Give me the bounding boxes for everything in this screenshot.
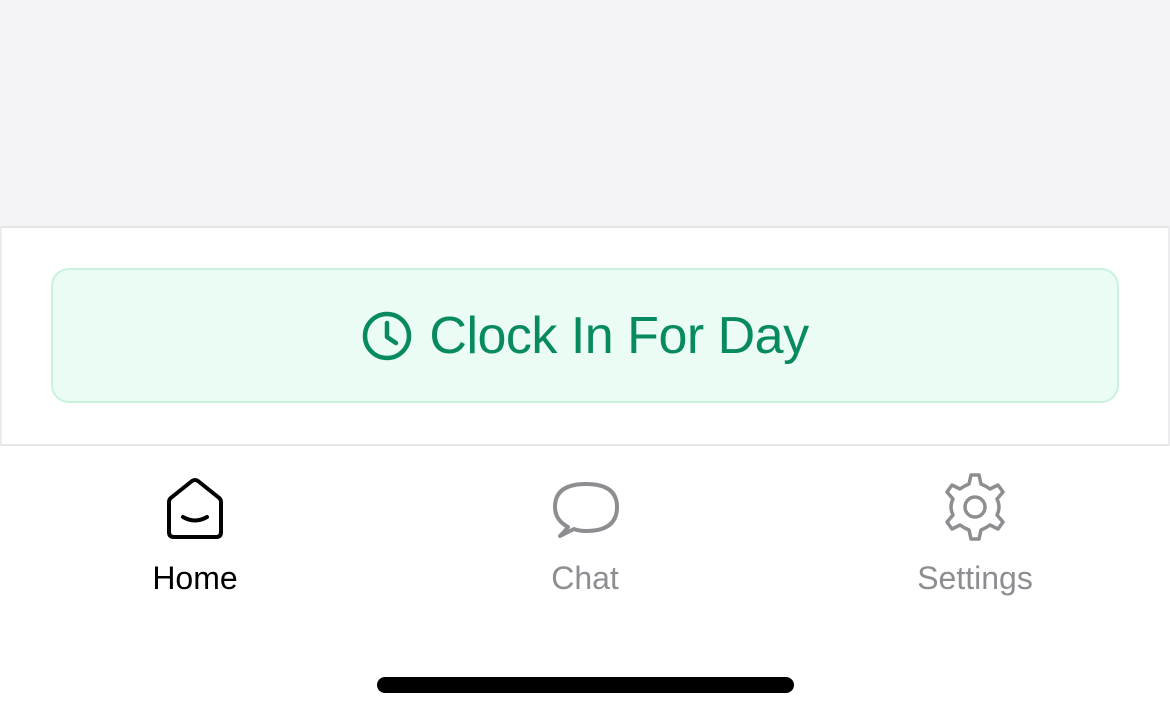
tab-settings-label: Settings <box>917 560 1033 596</box>
clock-in-label: Clock In For Day <box>429 306 809 365</box>
tab-chat-label: Chat <box>551 560 619 596</box>
chat-bubble-icon <box>550 472 620 542</box>
tab-settings[interactable]: Settings <box>845 472 1105 602</box>
tab-home-label: Home <box>152 560 238 596</box>
tab-chat[interactable]: Chat <box>455 472 715 602</box>
home-indicator[interactable] <box>377 677 794 693</box>
clock-icon <box>361 310 413 362</box>
gear-icon <box>940 472 1010 542</box>
home-icon <box>160 472 230 542</box>
clock-in-button[interactable]: Clock In For Day <box>51 268 1119 403</box>
content-area <box>0 0 1170 226</box>
tab-home[interactable]: Home <box>65 472 325 602</box>
